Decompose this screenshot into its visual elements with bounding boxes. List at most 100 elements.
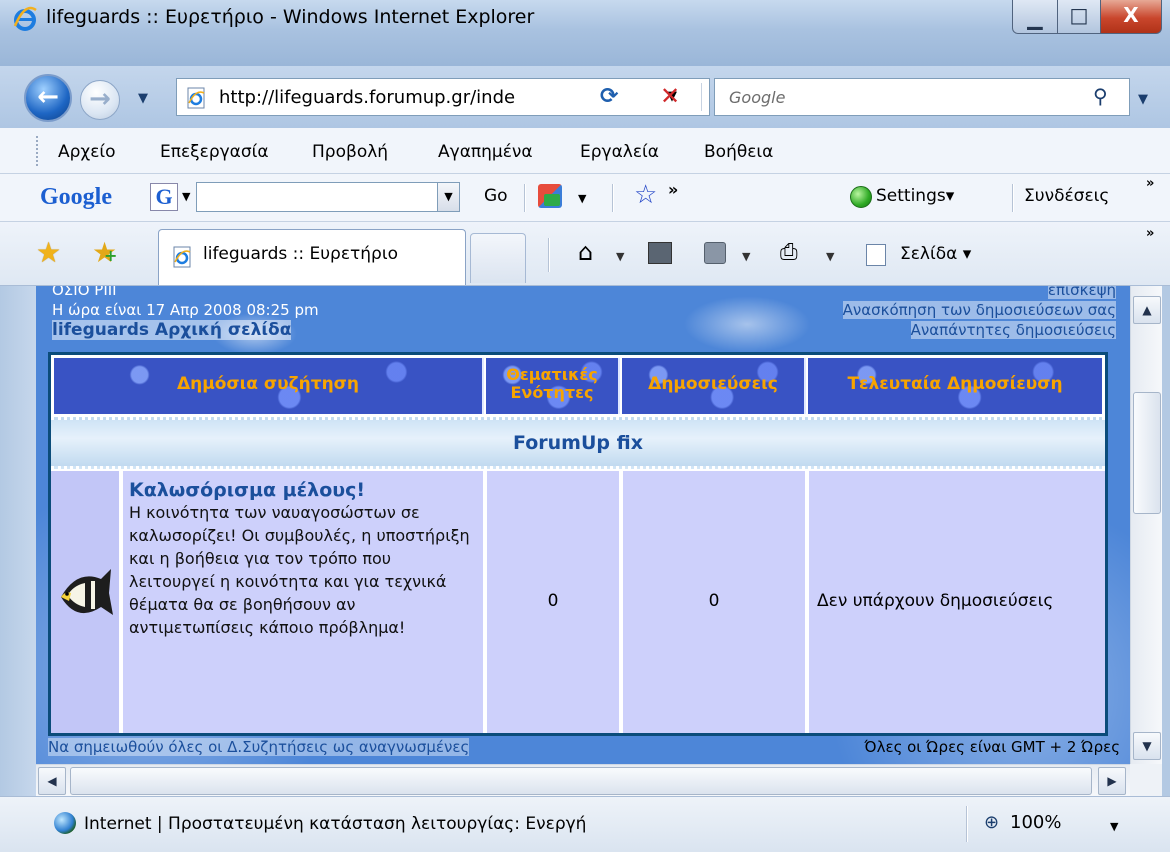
security-zone-text[interactable]: Internet | Προστατευμένη κατάσταση λειτο… bbox=[84, 814, 586, 834]
forum-title-link[interactable]: Καλωσόρισμα μέλους! bbox=[129, 479, 477, 501]
header-forum: Δημόσια συζήτηση bbox=[54, 358, 484, 414]
google-search-dropdown-icon[interactable]: ▼ bbox=[437, 183, 459, 211]
timezone-text: Όλες οι Ώρες είναι GMT + 2 Ώρες bbox=[864, 738, 1120, 756]
search-placeholder[interactable]: Google bbox=[729, 88, 785, 107]
page-menu-button[interactable]: Σελίδα ▾ bbox=[900, 244, 971, 264]
header-topics: Θεματικές Ενότητες bbox=[486, 358, 620, 414]
title-bar: lifeguards :: Ευρετήριο - Windows Intern… bbox=[0, 0, 1170, 66]
scroll-left-icon[interactable]: ◀ bbox=[38, 767, 66, 795]
menu-edit[interactable]: Επεξεργασία bbox=[160, 142, 269, 162]
scroll-down-icon[interactable]: ▼ bbox=[1133, 732, 1161, 760]
favorites-center-icon[interactable]: ★ bbox=[36, 236, 61, 269]
page-header-left: ΟΣΙΟ ΡΙΙΙ Η ώρα είναι 17 Απρ 2008 08:25 … bbox=[52, 286, 319, 340]
close-icon: X bbox=[1123, 3, 1139, 27]
search-box[interactable]: Google ⚲ bbox=[714, 78, 1130, 116]
vertical-scroll-thumb[interactable] bbox=[1133, 392, 1161, 514]
tab-label: lifeguards :: Ευρετήριο bbox=[203, 244, 398, 264]
chevron-more-icon[interactable]: » bbox=[1146, 176, 1154, 191]
page-menu-label: Σελίδα bbox=[900, 244, 958, 264]
refresh-icon[interactable]: ⟳ bbox=[600, 84, 618, 109]
new-tab-button[interactable] bbox=[470, 233, 526, 283]
last-visit-partial: επισκεψη bbox=[1047, 286, 1116, 299]
zoom-level[interactable]: 100% bbox=[1010, 812, 1061, 833]
links-button[interactable]: Συνδέσεις bbox=[1024, 186, 1109, 206]
chevron-more-icon[interactable]: » bbox=[668, 180, 678, 199]
header-forum-label: Δημόσια συζήτηση bbox=[176, 374, 360, 394]
forum-posts-count: 0 bbox=[708, 591, 720, 611]
divider bbox=[701, 83, 702, 111]
bookmark-star-icon[interactable]: ☆ bbox=[634, 180, 657, 210]
home-link[interactable]: lifeguards Αρχική σελίδα bbox=[52, 320, 292, 340]
window-border-right bbox=[1162, 286, 1170, 806]
forum-last-post-text: Δεν υπάρχουν δημοσιεύσεις bbox=[817, 591, 1054, 611]
category-link[interactable]: ForumUp fix bbox=[51, 432, 1105, 454]
puzzle-icon[interactable] bbox=[538, 184, 562, 208]
print-icon[interactable]: ⎙ bbox=[780, 240, 798, 265]
menu-favorites[interactable]: Αγαπημένα bbox=[438, 142, 533, 162]
close-button[interactable]: X bbox=[1100, 0, 1162, 34]
internet-zone-icon bbox=[54, 812, 76, 834]
stop-icon[interactable]: ✕ bbox=[660, 82, 680, 110]
menu-help[interactable]: Βοήθεια bbox=[704, 142, 773, 162]
fish-icon bbox=[61, 569, 113, 615]
settings-icon[interactable] bbox=[850, 186, 872, 208]
forward-button[interactable]: → bbox=[80, 80, 120, 120]
settings-button[interactable]: Settings▾ bbox=[876, 186, 954, 206]
feeds-k-icon[interactable] bbox=[648, 242, 672, 264]
google-menu-dropdown-icon[interactable]: ▼ bbox=[182, 190, 190, 203]
menu-view[interactable]: Προβολή bbox=[312, 142, 388, 162]
home-icon[interactable]: ⌂ bbox=[578, 238, 593, 266]
history-dropdown-icon[interactable]: ▼ bbox=[138, 91, 148, 106]
google-search-input[interactable]: ▼ bbox=[196, 182, 460, 212]
view-your-posts-link[interactable]: Ανασκόπηση των δημοσιεύσεων σας bbox=[842, 301, 1116, 319]
add-to-favorites-icon[interactable]: ★ bbox=[92, 236, 118, 269]
back-arrow-icon: ← bbox=[37, 82, 59, 112]
maximize-button[interactable]: □ bbox=[1057, 0, 1101, 34]
internet-explorer-icon bbox=[13, 6, 37, 31]
page-icon bbox=[187, 87, 205, 109]
google-g-icon[interactable]: G bbox=[150, 183, 178, 211]
category-row: ForumUp fix bbox=[51, 417, 1105, 469]
current-time: Η ώρα είναι 17 Απρ 2008 08:25 pm bbox=[52, 301, 319, 319]
google-logo[interactable]: Google bbox=[40, 184, 112, 211]
divider bbox=[524, 184, 526, 212]
toolbar-grip[interactable] bbox=[36, 136, 39, 166]
forum-topics-count: 0 bbox=[547, 591, 559, 611]
chevron-more-icon[interactable]: » bbox=[1146, 226, 1154, 241]
header-last-post: Τελευταία Δημοσίευση bbox=[808, 358, 1102, 414]
zoom-dropdown-icon[interactable]: ▼ bbox=[1110, 820, 1118, 833]
page-menu-icon[interactable] bbox=[866, 244, 886, 266]
forum-last-post-cell: Δεν υπάρχουν δημοσιεύσεις bbox=[809, 471, 1105, 733]
rss-feed-icon[interactable] bbox=[704, 242, 726, 264]
back-button[interactable]: ← bbox=[24, 74, 72, 122]
horizontal-scroll-thumb[interactable] bbox=[70, 767, 1092, 795]
tab-lifeguards[interactable]: lifeguards :: Ευρετήριο bbox=[158, 229, 466, 285]
home-dropdown-icon[interactable]: ▼ bbox=[616, 250, 624, 263]
zoom-icon[interactable]: ⊕ bbox=[984, 812, 999, 833]
puzzle-dropdown-icon[interactable]: ▼ bbox=[578, 192, 586, 205]
print-dropdown-icon[interactable]: ▼ bbox=[826, 250, 834, 263]
header-posts: Δημοσιεύσεις bbox=[622, 358, 806, 414]
scrollbar-corner bbox=[1130, 764, 1162, 796]
scroll-up-icon[interactable]: ▲ bbox=[1133, 296, 1161, 324]
header-topics-label: Θεματικές Ενότητες bbox=[506, 365, 598, 402]
unanswered-posts-link[interactable]: Αναπάντητες δημοσιεύσεις bbox=[910, 321, 1116, 339]
vertical-scrollbar[interactable]: ▲ ▼ bbox=[1130, 286, 1162, 764]
url-text[interactable]: http://lifeguards.forumup.gr/inde bbox=[219, 87, 655, 108]
search-options-dropdown-icon[interactable]: ▼ bbox=[1138, 92, 1148, 107]
search-icon[interactable]: ⚲ bbox=[1093, 84, 1108, 108]
feeds-dropdown-icon[interactable]: ▼ bbox=[742, 250, 750, 263]
header-posts-label: Δημοσιεύσεις bbox=[648, 374, 778, 394]
go-button[interactable]: Go bbox=[484, 186, 508, 206]
horizontal-scrollbar[interactable]: ◀ ▶ bbox=[36, 764, 1130, 796]
maximize-icon: □ bbox=[1069, 3, 1089, 27]
forum-topics-cell: 0 bbox=[487, 471, 621, 733]
scroll-right-icon[interactable]: ▶ bbox=[1098, 767, 1126, 795]
window-border-left bbox=[0, 286, 36, 806]
mark-forums-read-link[interactable]: Να σημειωθούν όλες οι Δ.Συζητήσεις ως αν… bbox=[48, 738, 470, 756]
address-bar[interactable]: http://lifeguards.forumup.gr/inde ▼ bbox=[176, 78, 710, 116]
minimize-button[interactable]: ▁ bbox=[1012, 0, 1058, 34]
forum-posts-cell: 0 bbox=[623, 471, 807, 733]
menu-file[interactable]: Αρχείο bbox=[58, 142, 116, 162]
menu-tools[interactable]: Εργαλεία bbox=[580, 142, 659, 162]
